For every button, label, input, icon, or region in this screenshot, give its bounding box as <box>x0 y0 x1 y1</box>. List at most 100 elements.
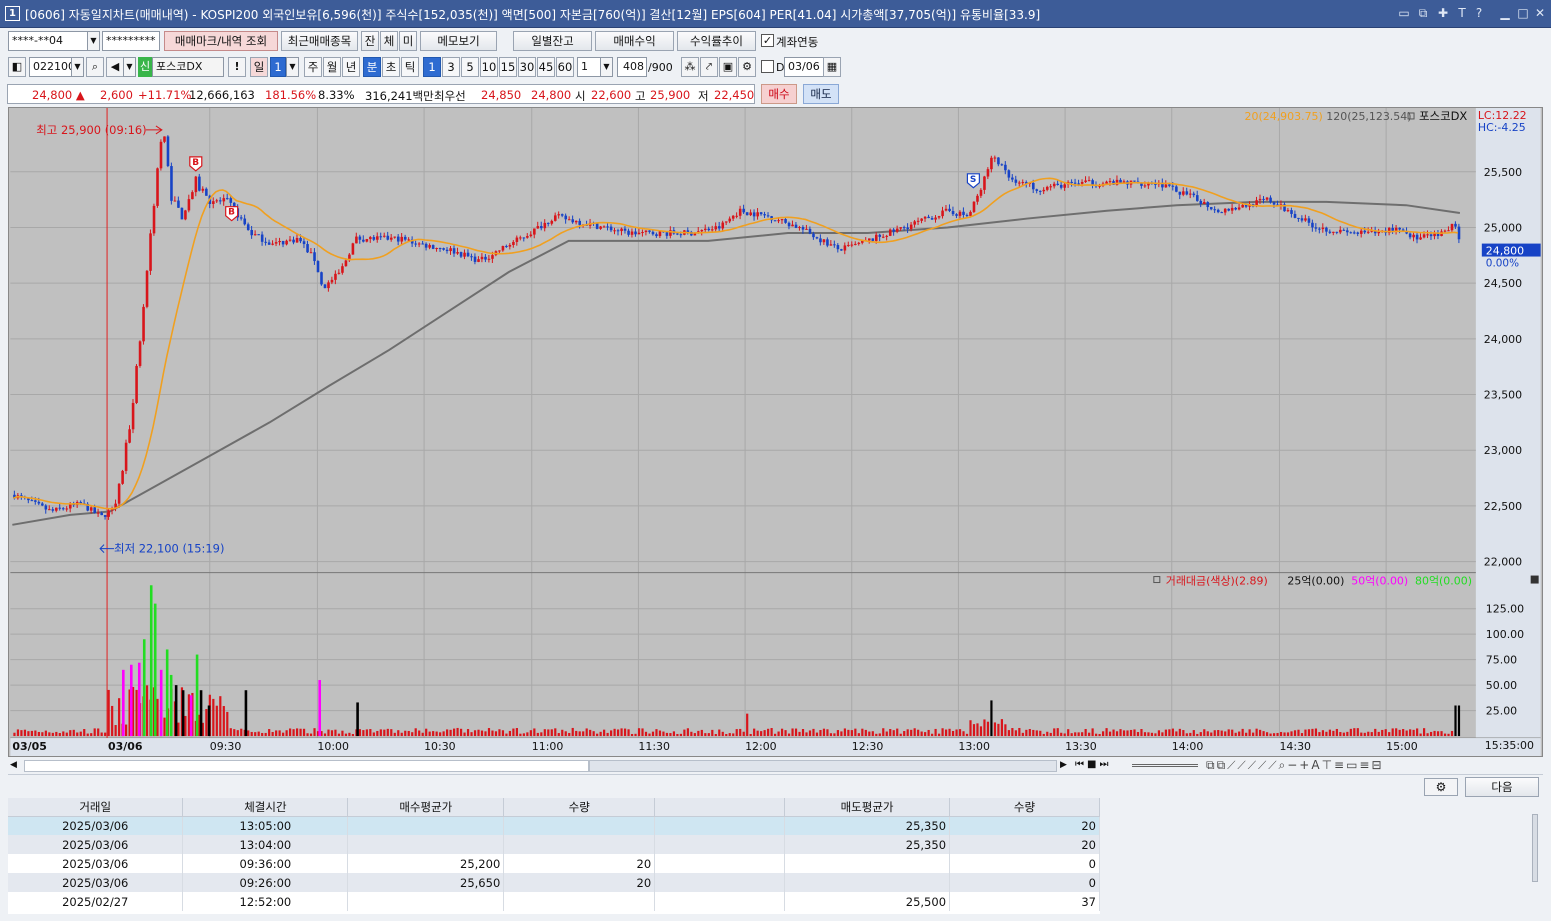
day-interval-dropdown-icon[interactable]: ▼ <box>286 57 299 77</box>
unit-field[interactable]: 1 <box>577 57 601 77</box>
minimize-icon[interactable]: ▁ <box>1497 5 1513 21</box>
daily-balance-button[interactable]: 일별잔고 <box>513 31 592 51</box>
col-sell-qty[interactable]: 수량 <box>949 798 1100 817</box>
period-year-button[interactable]: 년 <box>342 57 360 77</box>
candle-body <box>888 229 892 236</box>
col-buy-avg[interactable]: 매수평균가 <box>347 798 505 817</box>
trade-mark-query-button[interactable]: 매매마크/내역 조회 <box>164 31 278 51</box>
d-checkbox[interactable] <box>761 60 774 73</box>
layout-icon[interactable]: ▭ <box>1396 5 1412 21</box>
alert-button[interactable]: ! <box>228 57 246 77</box>
volume-bar <box>683 729 686 737</box>
playback-controls-icon[interactable]: ⏮■⏭ <box>1075 759 1111 770</box>
table-cell: 20 <box>503 854 656 873</box>
chart-type-icon[interactable]: ◧ <box>8 57 26 77</box>
window-link-icon[interactable]: ⧉ <box>1415 5 1431 21</box>
period-minute-button[interactable]: 분 <box>363 57 381 77</box>
candle-body <box>362 239 365 242</box>
date-field[interactable]: 03/06 <box>784 57 824 77</box>
col-empty[interactable] <box>654 798 786 817</box>
table-row[interactable]: 2025/03/06 13:04:00 25,350 20 <box>8 835 1100 854</box>
candle-body <box>895 228 899 232</box>
candle-body <box>316 261 320 273</box>
volume-bar <box>700 729 703 737</box>
minute-10-button[interactable]: 10 <box>480 57 498 77</box>
settings-gear-icon[interactable]: ⚙ <box>738 57 756 77</box>
memo-button[interactable]: 메모보기 <box>420 31 497 51</box>
drawing-tools-icon[interactable]: ⧉⧉⟋⟋⟋⟋⟋⌕−+A⊤≡▭≡⊟ <box>1206 758 1384 773</box>
volume-bar <box>707 733 710 737</box>
drawing-icon[interactable]: ⤤ <box>700 57 718 77</box>
account-dropdown-icon[interactable]: ▼ <box>87 31 100 51</box>
table-row[interactable]: 2025/03/06 09:26:00 25,650 20 0 <box>8 873 1100 892</box>
col-exec-time[interactable]: 체결시간 <box>182 798 349 817</box>
recent-trades-button[interactable]: 최근매매종목 <box>281 31 358 51</box>
table-row[interactable]: 2025/03/06 13:05:00 25,350 20 <box>8 816 1100 835</box>
minute-15-button[interactable]: 15 <box>499 57 517 77</box>
period-tick-button[interactable]: 틱 <box>401 57 419 77</box>
col-sell-avg[interactable]: 매도평균가 <box>784 798 951 817</box>
minute-1-button[interactable]: 1 <box>423 57 441 77</box>
candle-body <box>930 218 934 220</box>
minute-60-button[interactable]: 60 <box>556 57 574 77</box>
minute-5-button[interactable]: 5 <box>461 57 479 77</box>
close-icon[interactable]: ✕ <box>1532 5 1548 21</box>
scroll-right-icon[interactable]: ▶ <box>1060 760 1067 770</box>
chart-scroll-thumb[interactable] <box>589 760 1057 772</box>
sell-button[interactable]: 매도 <box>803 84 839 104</box>
vol-panel-close-icon[interactable] <box>1530 575 1539 584</box>
buy-button[interactable]: 매수 <box>761 84 797 104</box>
password-field[interactable]: ********* <box>102 31 160 51</box>
period-second-button[interactable]: 초 <box>382 57 400 77</box>
balance-button[interactable]: 잔 <box>361 31 379 51</box>
volume-bar <box>428 731 431 737</box>
minute-45-button[interactable]: 45 <box>537 57 555 77</box>
candle-body <box>1073 182 1077 184</box>
font-icon[interactable]: T <box>1454 5 1470 21</box>
calendar-icon[interactable]: ▦ <box>823 57 841 77</box>
candle-body <box>222 198 226 202</box>
candle-body <box>794 224 798 228</box>
save-icon[interactable]: ▣ <box>719 57 737 77</box>
period-week-button[interactable]: 주 <box>304 57 322 77</box>
stock-name-field[interactable]: 포스코DX <box>152 57 224 77</box>
code-dropdown-icon[interactable]: ▼ <box>71 57 84 77</box>
account-select[interactable]: ****-**04 <box>8 31 88 51</box>
help-icon[interactable]: ? <box>1471 5 1487 21</box>
stock-code-input[interactable]: 022100 <box>29 57 75 77</box>
candle-body <box>1192 193 1196 196</box>
minute-30-button[interactable]: 30 <box>518 57 536 77</box>
period-month-button[interactable]: 월 <box>323 57 341 77</box>
col-trade-date[interactable]: 거래일 <box>8 798 184 817</box>
volume-bar <box>205 709 208 737</box>
candle-body <box>665 232 669 236</box>
table-scrollbar[interactable] <box>1532 814 1538 882</box>
col-buy-qty[interactable]: 수량 <box>503 798 656 817</box>
volume-bar <box>1423 728 1426 737</box>
speaker-dropdown-icon[interactable]: ▼ <box>123 57 136 77</box>
period-day-button[interactable]: 일 <box>250 57 268 77</box>
speaker-icon[interactable]: ◀ <box>106 57 124 77</box>
stock-chart[interactable]: 25,500 25,000 24,500 24,000 23,500 23,000 22,5… <box>8 107 1543 757</box>
day-interval-field[interactable]: 1 <box>270 57 286 77</box>
unexecuted-button[interactable]: 미 <box>399 31 417 51</box>
scroll-left-icon[interactable]: ◀ <box>10 760 17 770</box>
account-link-checkbox[interactable]: ✓ <box>761 34 774 47</box>
chart-scrollbar[interactable] <box>24 760 589 772</box>
zoom-slider[interactable] <box>1132 764 1198 767</box>
minute-3-button[interactable]: 3 <box>442 57 460 77</box>
next-button[interactable]: 다음 <box>1465 777 1539 797</box>
table-row[interactable]: 2025/03/06 09:36:00 25,200 20 0 <box>8 854 1100 873</box>
table-row[interactable]: 2025/02/27 12:52:00 25,500 37 <box>8 892 1100 911</box>
unit-dropdown-icon[interactable]: ▼ <box>600 57 613 77</box>
volume-bar <box>519 733 522 737</box>
count-field[interactable]: 408 <box>617 57 647 77</box>
trade-profit-button[interactable]: 매매수익 <box>595 31 674 51</box>
table-settings-icon[interactable]: ⚙ <box>1424 778 1458 796</box>
maximize-icon[interactable]: □ <box>1515 5 1531 21</box>
indicator-icon[interactable]: ⁂ <box>681 57 699 77</box>
return-trend-button[interactable]: 수익률추이 <box>677 31 756 51</box>
executed-button[interactable]: 체 <box>380 31 398 51</box>
search-icon[interactable]: ⌕ <box>86 57 104 77</box>
pin-icon[interactable]: ✚ <box>1435 5 1451 21</box>
